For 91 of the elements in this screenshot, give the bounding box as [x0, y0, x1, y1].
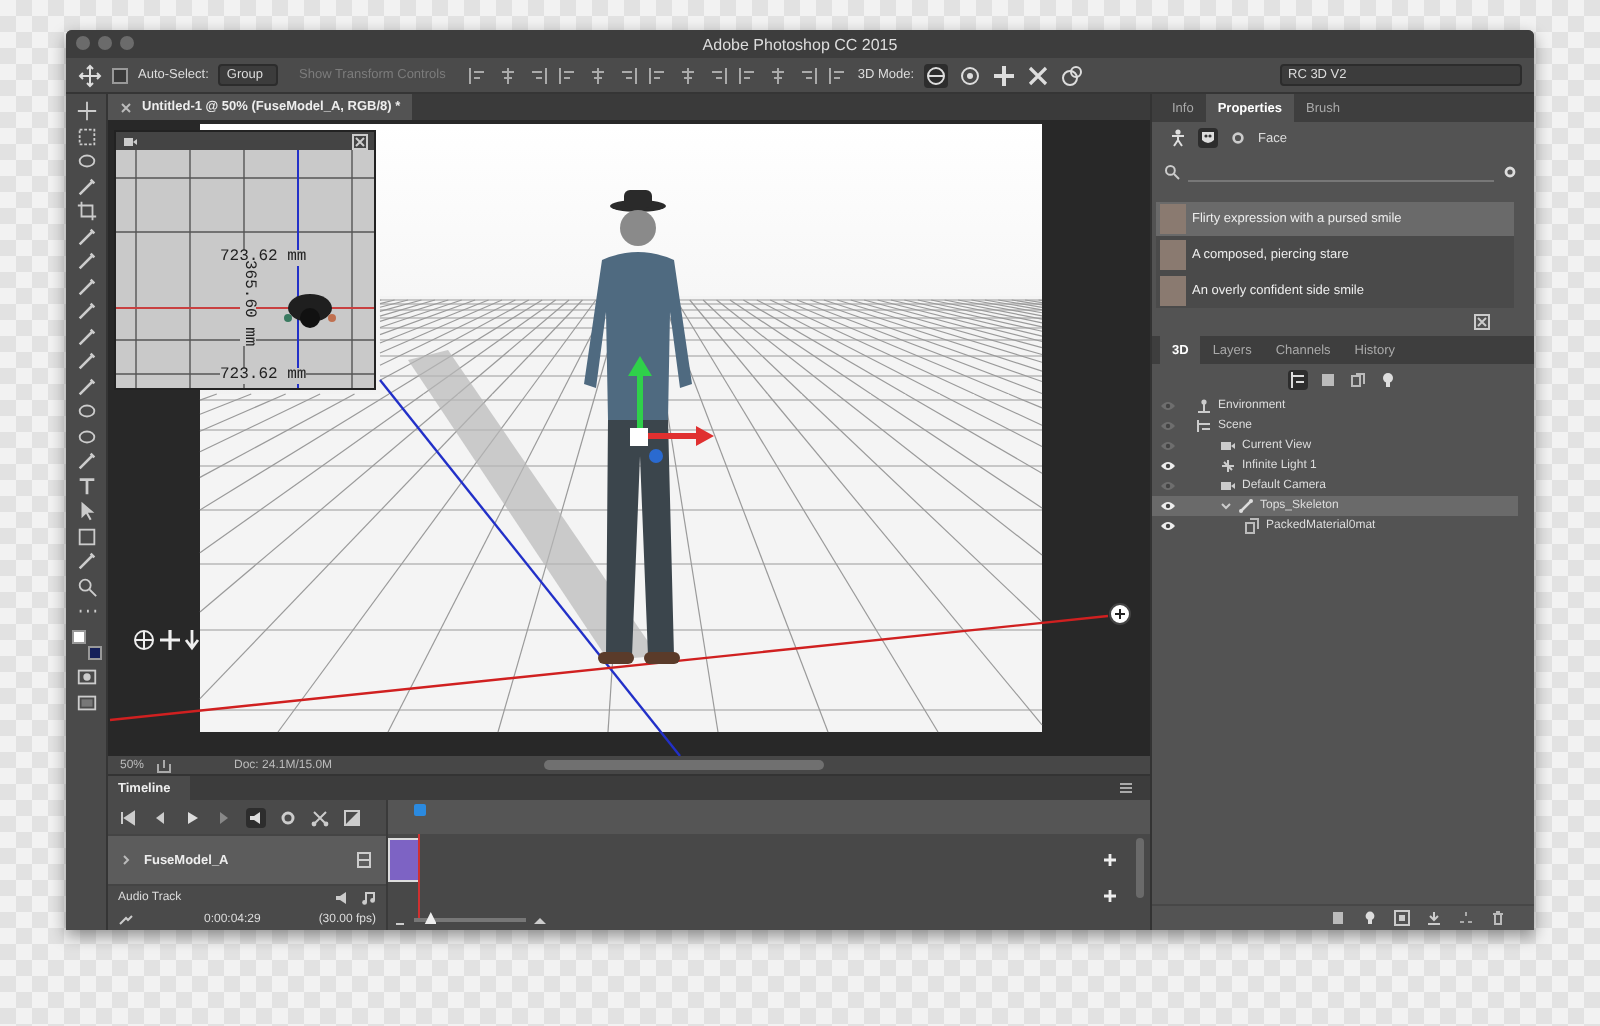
camera-icon: [1220, 438, 1236, 454]
pan-icon[interactable]: [158, 628, 182, 652]
lasso-icon[interactable]: [75, 150, 97, 172]
add-icon[interactable]: [1102, 888, 1118, 904]
first-frame-icon[interactable]: [118, 807, 138, 827]
caret-icon[interactable]: [1220, 500, 1232, 512]
eye-icon[interactable]: [1160, 518, 1176, 534]
close-icon[interactable]: [120, 101, 132, 113]
speaker-icon[interactable]: [246, 807, 266, 827]
gear-icon[interactable]: [278, 807, 298, 827]
photo-placeholder: [1160, 204, 1186, 234]
handle-icon[interactable]: [1109, 603, 1131, 625]
pan-icon[interactable]: [992, 63, 1017, 87]
background-color-swatch[interactable]: [87, 645, 101, 659]
align-icon[interactable]: [827, 65, 848, 85]
camera-icon: [1220, 478, 1236, 494]
foreground-color-swatch[interactable]: [71, 629, 85, 643]
dolly-icon[interactable]: [184, 628, 200, 651]
video-clip[interactable]: [388, 838, 420, 882]
vertical-scrollbar[interactable]: [1136, 838, 1144, 898]
marquee-icon[interactable]: [75, 125, 97, 147]
camera-icon[interactable]: [122, 133, 138, 149]
align-icon[interactable]: [467, 65, 488, 85]
scale-icon[interactable]: [1060, 63, 1085, 87]
playhead-line: [418, 834, 420, 918]
transform-gizmo-drawing[interactable]: [628, 356, 714, 463]
hierarchy-icon[interactable]: [1288, 370, 1308, 390]
eye-icon[interactable]: [1160, 458, 1176, 474]
photo-placeholder: [1160, 276, 1186, 306]
close-icon[interactable]: [352, 133, 368, 149]
light-icon: [1220, 458, 1236, 474]
transition-icon[interactable]: [342, 807, 362, 827]
document-icon[interactable]: [1330, 910, 1346, 926]
orbit-icon[interactable]: [134, 630, 154, 650]
align-icon[interactable]: [557, 65, 578, 85]
bone-icon: [1238, 498, 1254, 514]
align-icon[interactable]: [617, 65, 638, 85]
figure-icon[interactable]: [1168, 128, 1188, 148]
screen-mode-icon[interactable]: [75, 691, 97, 713]
type-icon[interactable]: [75, 475, 97, 497]
align-icon[interactable]: [707, 65, 728, 85]
quick-mask-icon[interactable]: [75, 666, 97, 688]
roll-icon[interactable]: [958, 63, 983, 87]
mask-icon[interactable]: [1198, 128, 1218, 148]
crop-icon[interactable]: [75, 200, 97, 222]
width-measurement: 723.62 mm: [220, 368, 307, 384]
add-icon[interactable]: [1102, 852, 1118, 868]
light-bulb-icon[interactable]: [1378, 370, 1398, 390]
slider-thumb[interactable]: [424, 912, 437, 924]
gear-icon[interactable]: [1228, 128, 1248, 148]
preset-icon[interactable]: [1474, 314, 1490, 330]
mesh-icon[interactable]: [1318, 370, 1338, 390]
move-icon[interactable]: [78, 63, 102, 87]
zoom-icon[interactable]: [75, 575, 97, 597]
material-icon: [1244, 518, 1260, 534]
align-icon[interactable]: [587, 65, 608, 85]
render-icon[interactable]: [118, 911, 134, 927]
playhead-handle[interactable]: [414, 804, 426, 816]
search-icon[interactable]: [1164, 164, 1180, 180]
play-icon[interactable]: [182, 807, 202, 827]
align-icon[interactable]: [767, 65, 788, 85]
align-icon[interactable]: [677, 65, 698, 85]
scissors-icon[interactable]: [310, 807, 330, 827]
environment-icon: [1196, 398, 1212, 414]
brush-icon[interactable]: [75, 275, 97, 297]
align-icon[interactable]: [497, 65, 518, 85]
music-note-icon[interactable]: [360, 889, 376, 905]
align-icon[interactable]: [527, 65, 548, 85]
align-icon[interactable]: [647, 65, 668, 85]
share-icon[interactable]: [156, 757, 173, 773]
panel-menu-icon[interactable]: [1118, 780, 1134, 796]
zoom-in-icon[interactable]: [532, 912, 548, 928]
material-icon[interactable]: [1348, 370, 1368, 390]
gear-icon[interactable]: [1502, 164, 1518, 180]
head-top-view-drawing: [284, 294, 336, 328]
align-icon[interactable]: [797, 65, 818, 85]
align-icon[interactable]: [737, 65, 758, 85]
move-icon[interactable]: [75, 100, 97, 122]
auto-select-checkbox[interactable]: [112, 67, 128, 83]
drop-to-ground-icon[interactable]: [1426, 910, 1442, 926]
frame-icon[interactable]: [1394, 910, 1410, 926]
rectangle-icon[interactable]: [75, 525, 97, 547]
hierarchy-icon: [1196, 418, 1212, 434]
window-title: Adobe Photoshop CC 2015: [702, 35, 898, 53]
light-bulb-icon[interactable]: [1362, 910, 1378, 926]
trash-icon[interactable]: [1490, 910, 1506, 926]
orbit-icon[interactable]: [924, 63, 949, 87]
height-measurement: 365.60 mm: [240, 260, 256, 347]
film-icon[interactable]: [354, 850, 374, 870]
eye-icon[interactable]: [1160, 498, 1176, 514]
photo-placeholder: [1160, 240, 1186, 270]
